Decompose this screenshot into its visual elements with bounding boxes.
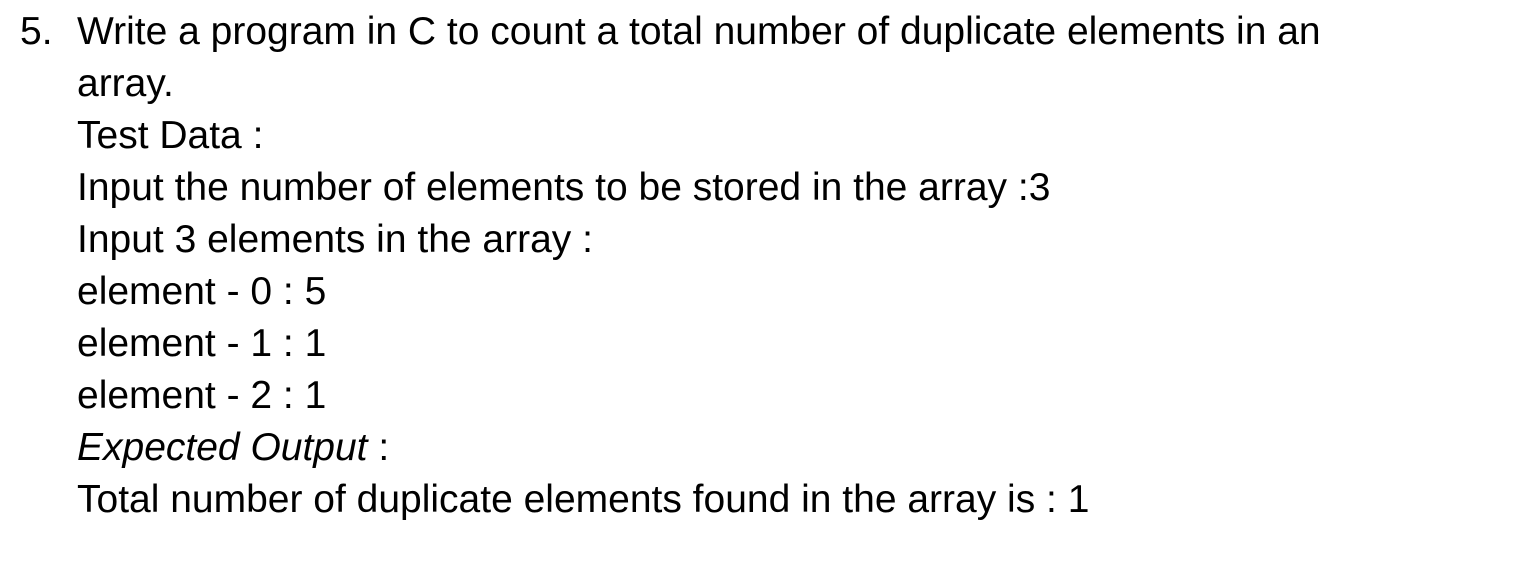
exercise-number: 5. xyxy=(20,10,53,53)
exercise-content: Write a program in C to count a total nu… xyxy=(77,6,1520,526)
expected-output-label: Expected Output xyxy=(77,426,368,469)
question-line-2: array. xyxy=(77,62,174,105)
question-line-1: Write a program in C to count a total nu… xyxy=(77,10,1321,53)
expected-output-value: Total number of duplicate elements found… xyxy=(77,478,1090,521)
exercise-5: 5. Write a program in C to count a total… xyxy=(20,6,1520,526)
test-data-line-2: Input 3 elements in the array : xyxy=(77,218,593,261)
test-data-label: Test Data : xyxy=(77,114,264,157)
expected-output-heading: Expected Output : xyxy=(77,422,1520,474)
test-data-line-3: element - 0 : 5 xyxy=(77,270,327,313)
test-data-line-1: Input the number of elements to be store… xyxy=(77,166,1051,209)
test-data-line-5: element - 2 : 1 xyxy=(77,374,327,417)
test-data-line-4: element - 1 : 1 xyxy=(77,322,327,365)
exercise-row: 5. Write a program in C to count a total… xyxy=(20,6,1520,526)
expected-output-colon: : xyxy=(367,426,390,469)
